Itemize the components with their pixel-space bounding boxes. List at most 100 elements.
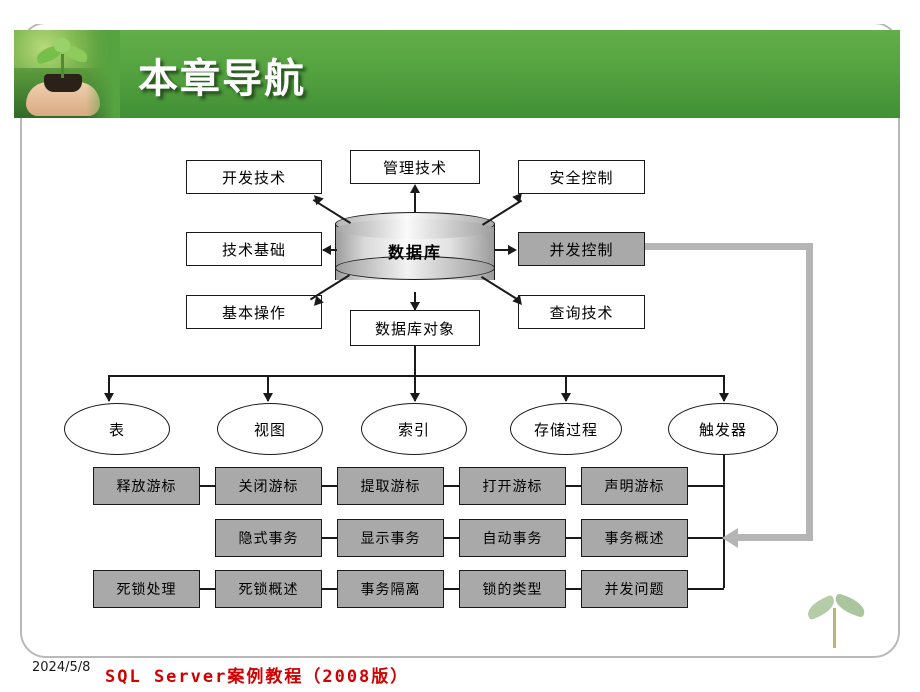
row1-link-spine	[688, 485, 724, 487]
row1-link-2	[322, 485, 337, 487]
footer-date: 2024/5/8	[32, 660, 91, 675]
cell-label: 并发问题	[604, 582, 665, 598]
object-label: 视图	[253, 420, 286, 439]
node-dev-tech[interactable]: 开发技术	[186, 160, 322, 194]
trigger-spine-line	[723, 455, 725, 588]
row3-link-4	[566, 588, 581, 590]
arrowhead-index	[410, 393, 420, 402]
node-basic-operation[interactable]: 基本操作	[186, 295, 322, 329]
feedback-connector-bottom	[738, 534, 813, 541]
cell-label: 关闭游标	[238, 479, 299, 495]
database-label: 数据库	[387, 243, 442, 262]
row2-link-spine	[688, 537, 724, 539]
row2-link-3	[566, 537, 581, 539]
cell-label: 释放游标	[116, 479, 177, 495]
slide-header-bar: 本章导航	[14, 30, 900, 118]
node-label: 并发控制	[549, 240, 614, 259]
cell-concurrency-problems[interactable]: 并发问题	[581, 570, 688, 608]
object-label: 索引	[397, 420, 430, 439]
cell-label: 锁的类型	[482, 582, 543, 598]
arrowhead-to-dbobject	[410, 302, 420, 311]
sprout-watermark-icon	[800, 592, 870, 652]
cell-label: 事务隔离	[360, 582, 421, 598]
cell-fetch-cursor[interactable]: 提取游标	[337, 467, 444, 505]
arrowhead-table	[104, 393, 114, 402]
tree-bus-line	[108, 375, 724, 377]
cell-release-cursor[interactable]: 释放游标	[93, 467, 200, 505]
cell-label: 事务概述	[604, 531, 665, 547]
object-label: 表	[108, 420, 125, 439]
arrowhead-to-concurrency	[508, 245, 517, 255]
node-database-object[interactable]: 数据库对象	[350, 310, 480, 346]
node-label: 管理技术	[382, 158, 447, 177]
cell-implicit-transaction[interactable]: 隐式事务	[215, 519, 322, 557]
row2-link-2	[444, 537, 459, 539]
tree-trunk-line	[414, 346, 416, 375]
row3-link-1	[200, 588, 215, 590]
cell-declare-cursor[interactable]: 声明游标	[581, 467, 688, 505]
watermark-stem	[833, 608, 836, 648]
cell-transaction-overview[interactable]: 事务概述	[581, 519, 688, 557]
cell-label: 死锁概述	[238, 582, 299, 598]
object-label: 触发器	[698, 420, 747, 439]
cell-label: 打开游标	[482, 479, 543, 495]
cell-label: 死锁处理	[116, 582, 177, 598]
node-label: 开发技术	[221, 168, 286, 187]
arrowhead-view	[263, 393, 273, 402]
node-tech-basis[interactable]: 技术基础	[186, 232, 322, 266]
arrowhead-procedure	[561, 393, 571, 402]
row3-link-3	[444, 588, 459, 590]
node-label: 查询技术	[549, 303, 614, 322]
object-table[interactable]: 表	[64, 403, 170, 455]
cell-open-cursor[interactable]: 打开游标	[459, 467, 566, 505]
footer-title: SQL Server案例教程（2008版）	[105, 667, 410, 687]
node-security-control[interactable]: 安全控制	[518, 160, 645, 194]
cell-deadlock-handling[interactable]: 死锁处理	[93, 570, 200, 608]
database-cylinder: 数据库	[335, 212, 495, 292]
arrow-line-to-manage	[414, 193, 416, 213]
row1-link-4	[566, 485, 581, 487]
cell-label: 提取游标	[360, 479, 421, 495]
cell-transaction-isolation[interactable]: 事务隔离	[337, 570, 444, 608]
feedback-connector-top	[645, 243, 813, 250]
cell-label: 隐式事务	[238, 531, 299, 547]
object-stored-procedure[interactable]: 存储过程	[510, 403, 622, 455]
page-title: 本章导航	[138, 55, 306, 102]
row1-link-1	[200, 485, 215, 487]
arrowhead-to-manage	[410, 184, 420, 193]
cell-close-cursor[interactable]: 关闭游标	[215, 467, 322, 505]
cell-explicit-transaction[interactable]: 显示事务	[337, 519, 444, 557]
row1-link-3	[444, 485, 459, 487]
arrowhead-trigger	[719, 393, 729, 402]
watermark-leaf-right	[832, 592, 868, 619]
cell-label: 声明游标	[604, 479, 665, 495]
leaf-top-icon	[54, 38, 70, 52]
cell-lock-types[interactable]: 锁的类型	[459, 570, 566, 608]
node-label: 数据库对象	[374, 319, 455, 338]
photo-fade-overlay	[86, 30, 120, 118]
arrowhead-to-basis	[322, 245, 331, 255]
stem-shape	[61, 54, 64, 78]
cell-deadlock-overview[interactable]: 死锁概述	[215, 570, 322, 608]
feedback-arrowhead	[722, 528, 738, 548]
cell-label: 显示事务	[360, 531, 421, 547]
row3-link-2	[322, 588, 337, 590]
node-label: 基本操作	[221, 303, 286, 322]
navigation-diagram: 数据库 开发技术 技术基础 基本操作 管理技术 安全控制 并发控制 查询技术 数…	[0, 120, 920, 620]
slide-root: 本章导航 数据库 开发技术 技术基础 基本操作 管理技术 安全控制 并发控制 查…	[0, 0, 920, 692]
cell-label: 自动事务	[482, 531, 543, 547]
row2-link-1	[322, 537, 337, 539]
object-index[interactable]: 索引	[361, 403, 467, 455]
node-concurrency-control[interactable]: 并发控制	[518, 232, 645, 266]
node-manage-tech[interactable]: 管理技术	[350, 150, 480, 184]
feedback-connector-right	[806, 243, 813, 534]
object-view[interactable]: 视图	[217, 403, 323, 455]
node-query-tech[interactable]: 查询技术	[518, 295, 645, 329]
object-label: 存储过程	[533, 420, 598, 439]
cell-auto-transaction[interactable]: 自动事务	[459, 519, 566, 557]
node-label: 技术基础	[221, 240, 286, 259]
frame-mask-top	[0, 0, 920, 24]
object-trigger[interactable]: 触发器	[668, 403, 778, 455]
row3-link-spine	[688, 588, 724, 590]
node-label: 安全控制	[549, 168, 614, 187]
